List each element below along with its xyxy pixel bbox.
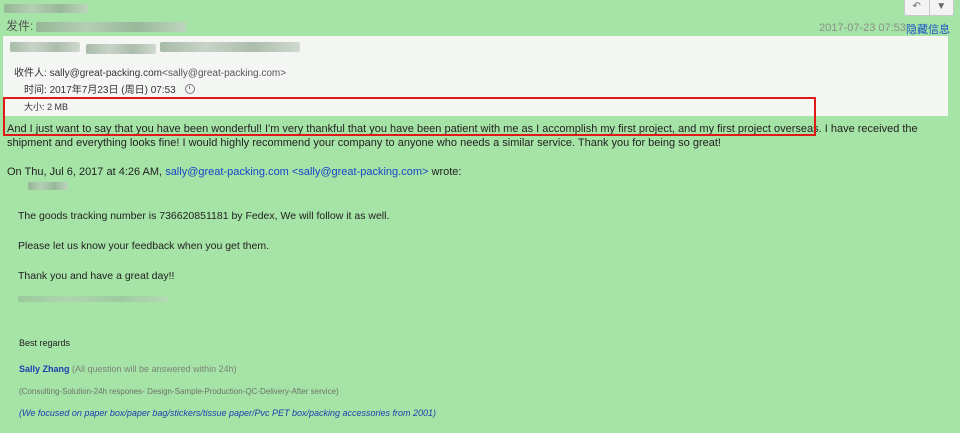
signature-note: (All question will be answered within 24… xyxy=(72,364,237,374)
signature-services: (Consulting-Solution-24h respones- Desig… xyxy=(19,387,339,396)
quote-line-tracking: The goods tracking number is 73662085118… xyxy=(18,210,390,222)
message-controls: ↶ ▼ xyxy=(904,0,954,16)
quote-intro: On Thu, Jul 6, 2017 at 4:26 AM, sally@gr… xyxy=(7,166,461,178)
chevron-down-icon[interactable]: ▼ xyxy=(928,0,954,15)
recipient-email-full: <sally@great-packing.com> xyxy=(161,68,287,79)
reply-icon[interactable]: ↶ xyxy=(905,0,929,15)
quote-line-feedback: Please let us know your feedback when yo… xyxy=(18,240,269,252)
time-row: 时间: 2017年7月23日 (周日) 07:53 xyxy=(24,81,195,96)
quote-intro-text: On Thu, Jul 6, 2017 at 4:26 AM, xyxy=(7,166,163,178)
blurred-greeting xyxy=(28,182,68,190)
recipient-label: 收件人: xyxy=(14,68,47,79)
sender-label: 发件: xyxy=(6,19,34,33)
blurred-detail xyxy=(160,42,300,52)
best-regards: Best regards xyxy=(19,338,71,348)
signature-focus: (We focused on paper box/paper bag/stick… xyxy=(19,408,437,418)
message-date: 2017-07-23 07:53 xyxy=(819,22,906,34)
signature: Sally Zhang (All question will be answer… xyxy=(19,364,237,374)
sender-row: 发件: xyxy=(6,17,187,34)
signature-name: Sally Zhang xyxy=(19,364,70,374)
clock-icon[interactable] xyxy=(184,84,195,94)
blurred-detail xyxy=(10,42,80,52)
time-value: 2017年7月23日 (周日) 07:53 xyxy=(49,85,176,96)
time-label: 时间: xyxy=(24,85,47,96)
hide-info-link[interactable]: 隐藏信息 xyxy=(906,21,950,37)
highlight-annotation xyxy=(3,97,816,136)
quote-intro-suffix: wrote: xyxy=(431,166,462,178)
quote-line-thanks: Thank you and have a great day!! xyxy=(18,270,175,282)
blurred-sender xyxy=(36,21,187,32)
recipient-email[interactable]: sally@great-packing.com xyxy=(50,68,162,79)
quote-email-brackets[interactable]: <sally@great-packing.com> xyxy=(292,166,429,178)
blurred-line xyxy=(18,296,168,302)
blurred-subject xyxy=(4,4,88,13)
recipient-row: 收件人: sally@great-packing.com<sally@great… xyxy=(14,64,286,79)
quote-email-link[interactable]: sally@great-packing.com xyxy=(165,166,289,178)
blurred-detail xyxy=(86,44,156,54)
